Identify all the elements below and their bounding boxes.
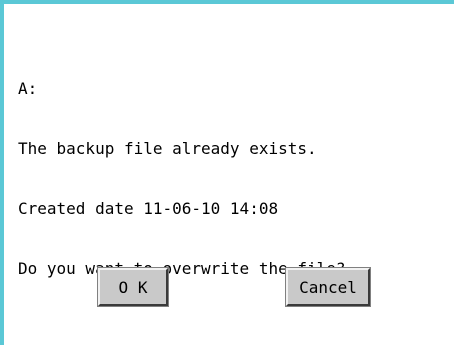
cancel-button[interactable]: Cancel	[285, 267, 371, 307]
message-line-created-date: Created date 11-06-10 14:08	[18, 199, 279, 218]
overwrite-confirm-dialog: A: The backup file already exists. Creat…	[0, 0, 454, 345]
message-line-exists: The backup file already exists.	[18, 139, 317, 158]
ok-button[interactable]: O K	[97, 267, 169, 307]
message-line-drive: A:	[18, 79, 38, 98]
